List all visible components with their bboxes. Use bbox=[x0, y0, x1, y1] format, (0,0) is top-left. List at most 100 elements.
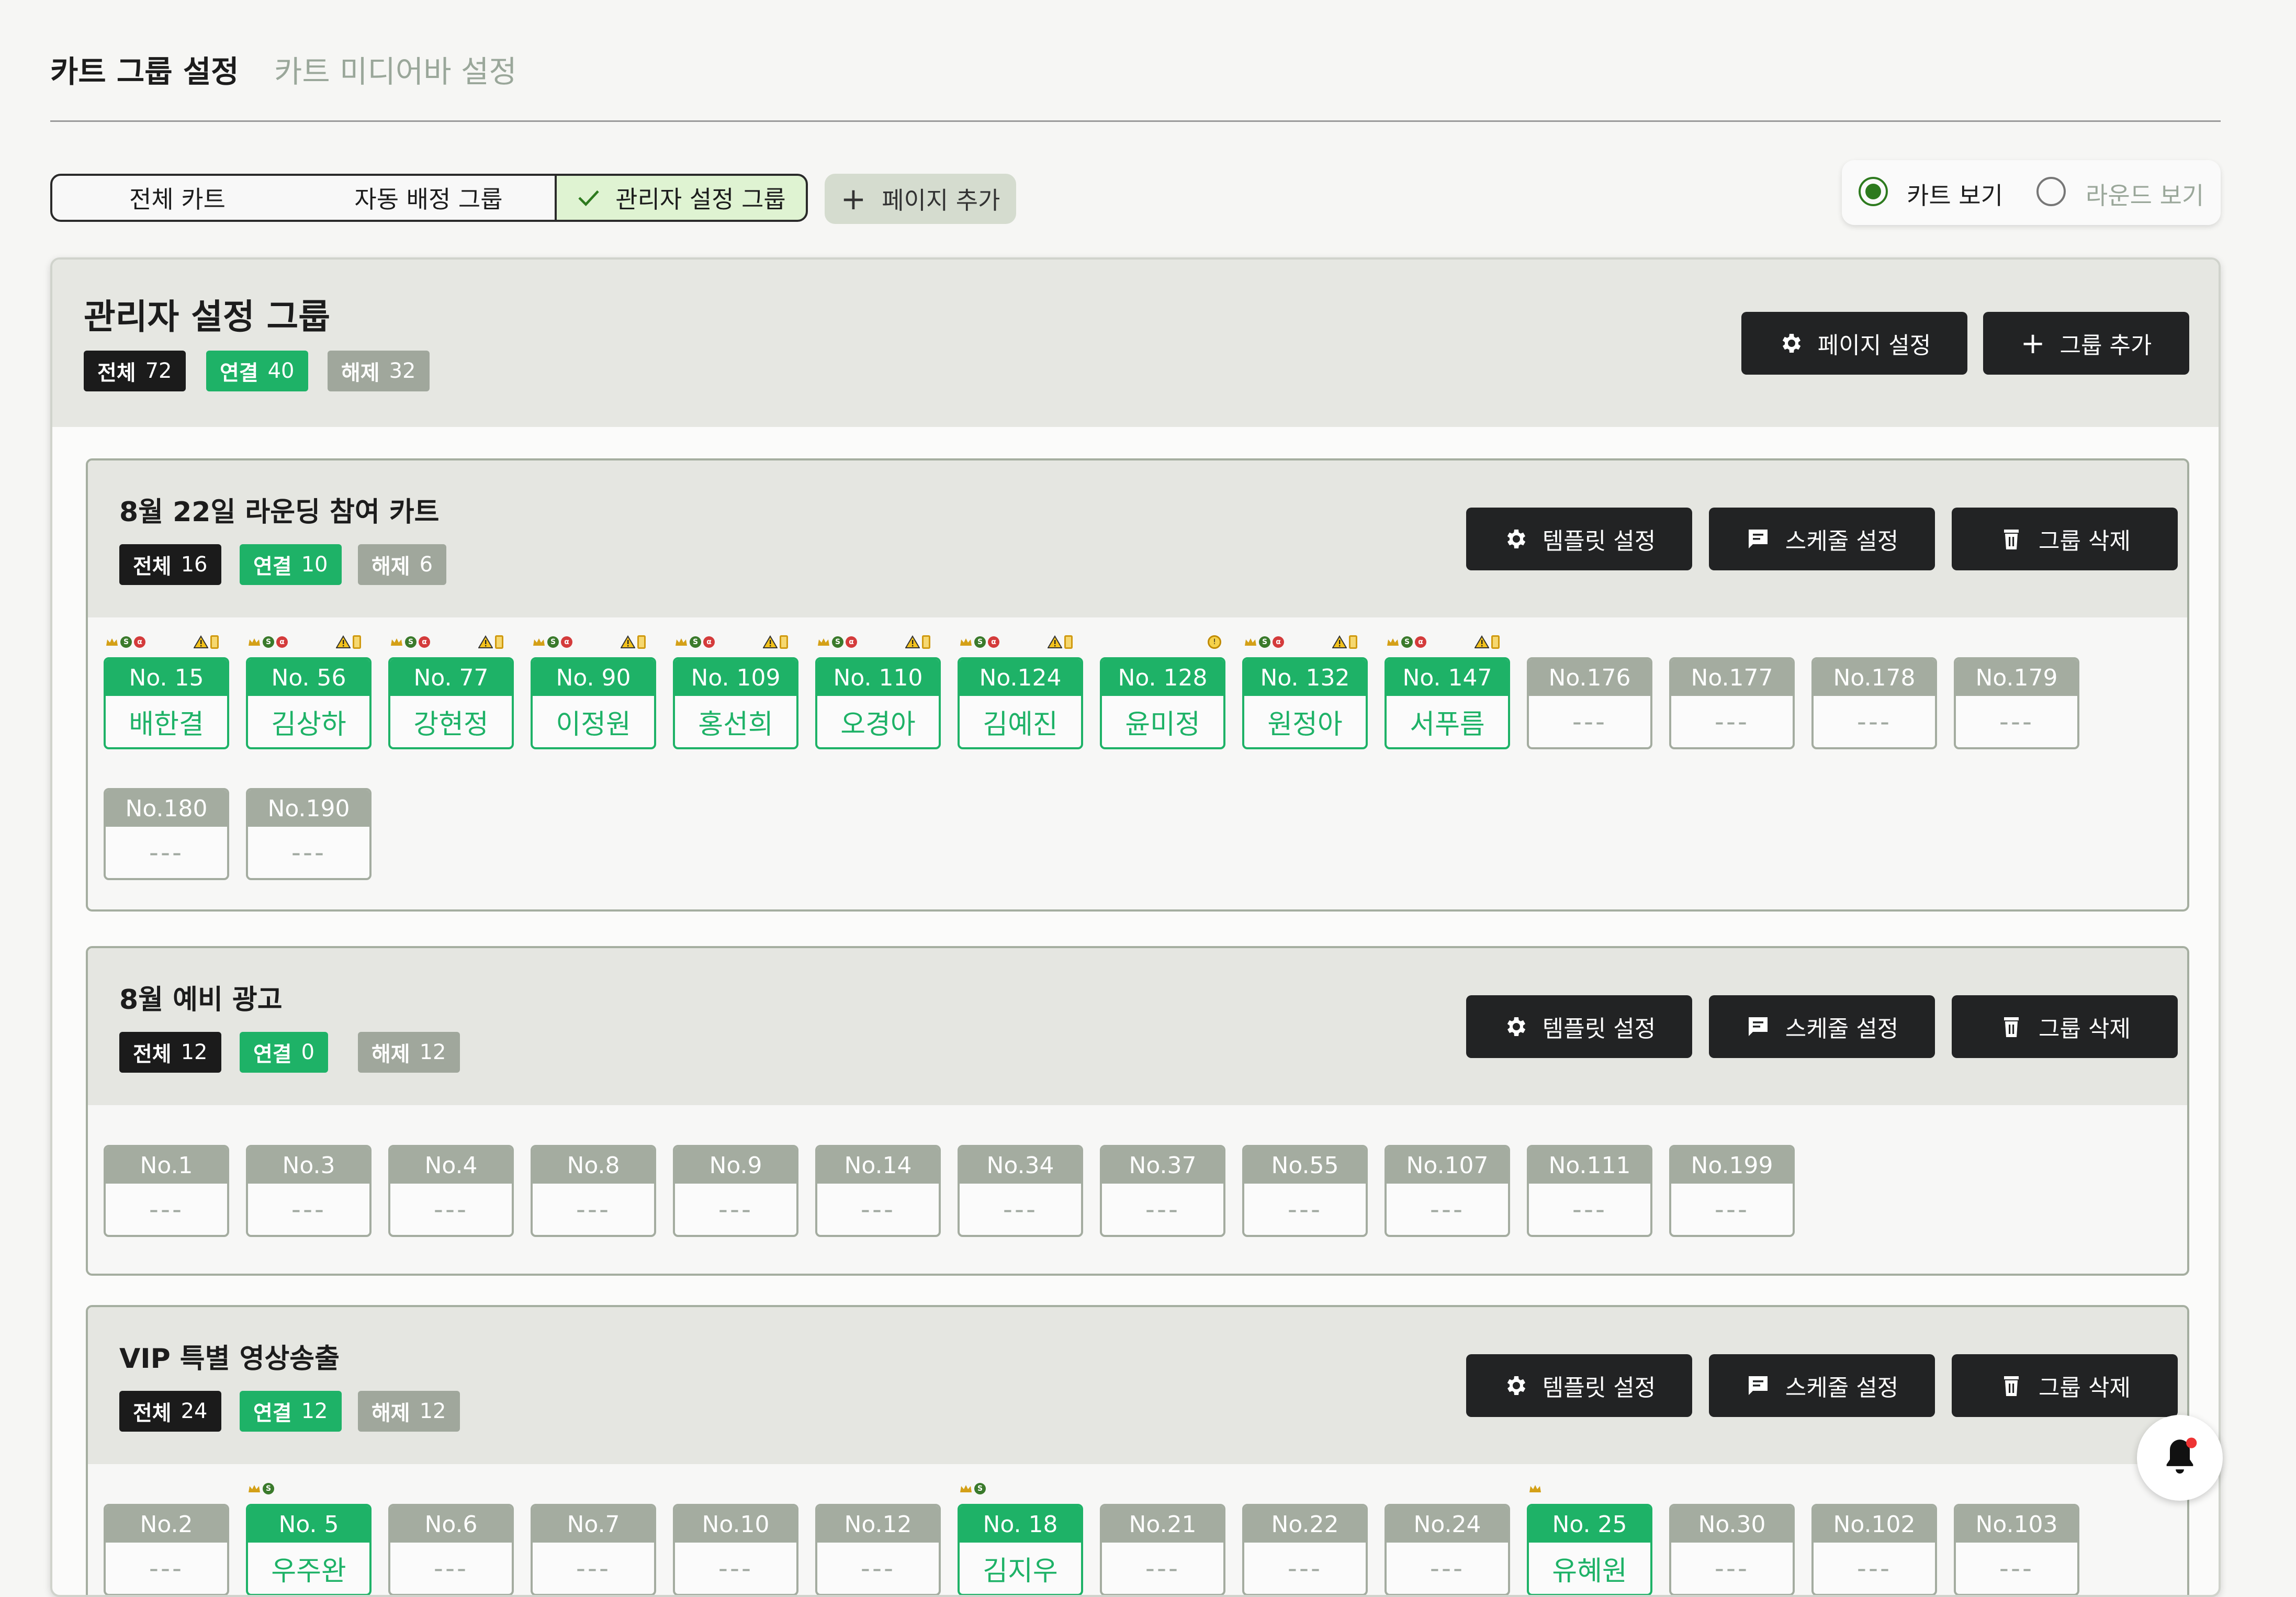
sound-icon: S bbox=[690, 636, 701, 648]
cart-card[interactable]: No. 90 이정원 bbox=[531, 657, 656, 749]
cart-card[interactable]: No.177 --- bbox=[1669, 657, 1795, 749]
cart-card[interactable]: No.3 --- bbox=[246, 1145, 372, 1237]
template-settings-button[interactable]: 템플릿 설정 bbox=[1466, 508, 1692, 570]
round-view-label[interactable]: 라운드 보기 bbox=[2086, 177, 2204, 211]
cart-card[interactable]: No.178 --- bbox=[1811, 657, 1937, 749]
crown-icon bbox=[1529, 1485, 1541, 1492]
cart-number: No.37 bbox=[1102, 1147, 1223, 1184]
schedule-settings-button[interactable]: 스케줄 설정 bbox=[1709, 1354, 1935, 1417]
badge-total: 전체 24 bbox=[119, 1391, 221, 1432]
cart-card[interactable]: No.24 --- bbox=[1385, 1504, 1510, 1595]
add-group-button[interactable]: + 그룹 추가 bbox=[1983, 312, 2189, 375]
cart-card[interactable]: No. 18 김지우 bbox=[958, 1504, 1083, 1595]
button-label: 스케줄 설정 bbox=[1785, 528, 1899, 555]
badge-disconnected: 해제 12 bbox=[358, 1391, 460, 1432]
warning-icon bbox=[621, 635, 635, 648]
cart-card[interactable]: No.2 --- bbox=[104, 1504, 229, 1595]
cart-card[interactable]: No.180 --- bbox=[104, 788, 229, 880]
cart-warning-icons bbox=[905, 634, 930, 650]
segment-auto-group[interactable]: 자동 배정 그룹 bbox=[302, 174, 557, 222]
tab-cart-mediabar-settings[interactable]: 카트 미디어바 설정 bbox=[274, 47, 517, 91]
cart-user-name: --- bbox=[1714, 1194, 1750, 1224]
template-settings-button[interactable]: 템플릿 설정 bbox=[1466, 1354, 1692, 1417]
sound-icon: S bbox=[832, 636, 843, 648]
cart-card[interactable]: No.30 --- bbox=[1669, 1504, 1795, 1595]
badge-total: 전체 72 bbox=[84, 351, 186, 391]
alert-icon: α bbox=[846, 636, 857, 648]
cart-number: No.124 bbox=[960, 659, 1081, 696]
cart-card[interactable]: No.21 --- bbox=[1100, 1504, 1225, 1595]
cart-card[interactable]: No.37 --- bbox=[1100, 1145, 1225, 1237]
page-settings-button[interactable]: 페이지 설정 bbox=[1741, 312, 1967, 375]
cart-status-icons: Sα bbox=[1244, 634, 1284, 650]
cart-card[interactable]: No.190 --- bbox=[246, 788, 372, 880]
cart-number: No.103 bbox=[1956, 1506, 2077, 1543]
cart-card[interactable]: No. 15 배한결 bbox=[104, 657, 229, 749]
cart-card[interactable]: No.107 --- bbox=[1385, 1145, 1510, 1237]
cart-card[interactable]: No.7 --- bbox=[531, 1504, 656, 1595]
button-label: 템플릿 설정 bbox=[1542, 1016, 1656, 1042]
badge-disconnected: 해제 6 bbox=[358, 544, 447, 585]
group-title: VIP 특별 영상송출 bbox=[119, 1343, 340, 1375]
crown-icon bbox=[391, 638, 402, 646]
schedule-settings-button[interactable]: 스케줄 설정 bbox=[1709, 995, 1935, 1058]
cart-card[interactable]: No.1 --- bbox=[104, 1145, 229, 1237]
cart-card[interactable]: No. 128 윤미정 bbox=[1100, 657, 1225, 749]
segment-admin-group[interactable]: 관리자 설정 그룹 bbox=[555, 174, 808, 222]
add-page-button[interactable]: + 페이지 추가 bbox=[825, 174, 1016, 224]
notification-bell-button[interactable] bbox=[2137, 1415, 2223, 1501]
message-icon bbox=[1748, 530, 1768, 548]
cart-number: No. 147 bbox=[1387, 659, 1508, 696]
crown-icon bbox=[249, 638, 260, 646]
schedule-settings-button[interactable]: 스케줄 설정 bbox=[1709, 508, 1935, 570]
cart-card[interactable]: No.12 --- bbox=[815, 1504, 941, 1595]
alert-icon: α bbox=[703, 636, 715, 648]
button-label: 템플릿 설정 bbox=[1542, 528, 1656, 555]
cart-card[interactable]: No.199 --- bbox=[1669, 1145, 1795, 1237]
cart-card[interactable]: No. 110 오경아 bbox=[815, 657, 941, 749]
cart-status-icons: Sα bbox=[817, 634, 857, 650]
template-settings-button[interactable]: 템플릿 설정 bbox=[1466, 995, 1692, 1058]
delete-group-button[interactable]: 그룹 삭제 bbox=[1952, 1354, 2178, 1417]
cart-card[interactable]: No. 25 유혜원 bbox=[1527, 1504, 1652, 1595]
radio-round-view[interactable] bbox=[2036, 177, 2066, 206]
cart-card[interactable]: No. 77 강현정 bbox=[388, 657, 514, 749]
cart-card[interactable]: No.8 --- bbox=[531, 1145, 656, 1237]
message-icon bbox=[1748, 1376, 1768, 1395]
cart-view-label[interactable]: 카트 보기 bbox=[1907, 177, 2003, 211]
cart-card[interactable]: No.176 --- bbox=[1527, 657, 1652, 749]
cart-number: No. 5 bbox=[248, 1506, 369, 1543]
cart-user-name: --- bbox=[718, 1553, 753, 1583]
bell-icon bbox=[2166, 1437, 2197, 1474]
segment-all-carts[interactable]: 전체 카트 bbox=[50, 174, 305, 222]
cart-card[interactable]: No.111 --- bbox=[1527, 1145, 1652, 1237]
cart-card[interactable]: No. 56 김상하 bbox=[246, 657, 372, 749]
cart-card[interactable]: No. 5 우주완 bbox=[246, 1504, 372, 1595]
cart-card[interactable]: No.124 김예진 bbox=[958, 657, 1083, 749]
cart-card[interactable]: No.4 --- bbox=[388, 1145, 514, 1237]
cart-card[interactable]: No. 147 서푸름 bbox=[1385, 657, 1510, 749]
cart-card[interactable]: No.34 --- bbox=[958, 1145, 1083, 1237]
cart-status-icons: Sα bbox=[533, 634, 572, 650]
plus-icon: + bbox=[2020, 326, 2045, 361]
cart-card[interactable]: No.6 --- bbox=[388, 1504, 514, 1595]
cart-card[interactable]: No. 132 원정아 bbox=[1242, 657, 1368, 749]
delete-group-button[interactable]: 그룹 삭제 bbox=[1952, 995, 2178, 1058]
delete-group-button[interactable]: 그룹 삭제 bbox=[1952, 508, 2178, 570]
tab-cart-group-settings[interactable]: 카트 그룹 설정 bbox=[50, 47, 239, 91]
radio-cart-view[interactable] bbox=[1859, 177, 1888, 206]
cart-card[interactable]: No.9 --- bbox=[673, 1145, 798, 1237]
cart-card[interactable]: No.179 --- bbox=[1954, 657, 2079, 749]
button-label: 스케줄 설정 bbox=[1785, 1016, 1899, 1042]
cart-card[interactable]: No.102 --- bbox=[1811, 1504, 1937, 1595]
cart-warning-icons bbox=[1475, 634, 1500, 650]
battery-icon bbox=[353, 635, 361, 649]
cart-number: No.190 bbox=[248, 790, 369, 827]
cart-card[interactable]: No. 109 홍선희 bbox=[673, 657, 798, 749]
cart-card[interactable]: No.55 --- bbox=[1242, 1145, 1368, 1237]
cart-card[interactable]: No.103 --- bbox=[1954, 1504, 2079, 1595]
cart-card[interactable]: No.10 --- bbox=[673, 1504, 798, 1595]
cart-status-icons: S bbox=[248, 1481, 274, 1497]
cart-card[interactable]: No.22 --- bbox=[1242, 1504, 1368, 1595]
cart-card[interactable]: No.14 --- bbox=[815, 1145, 941, 1237]
